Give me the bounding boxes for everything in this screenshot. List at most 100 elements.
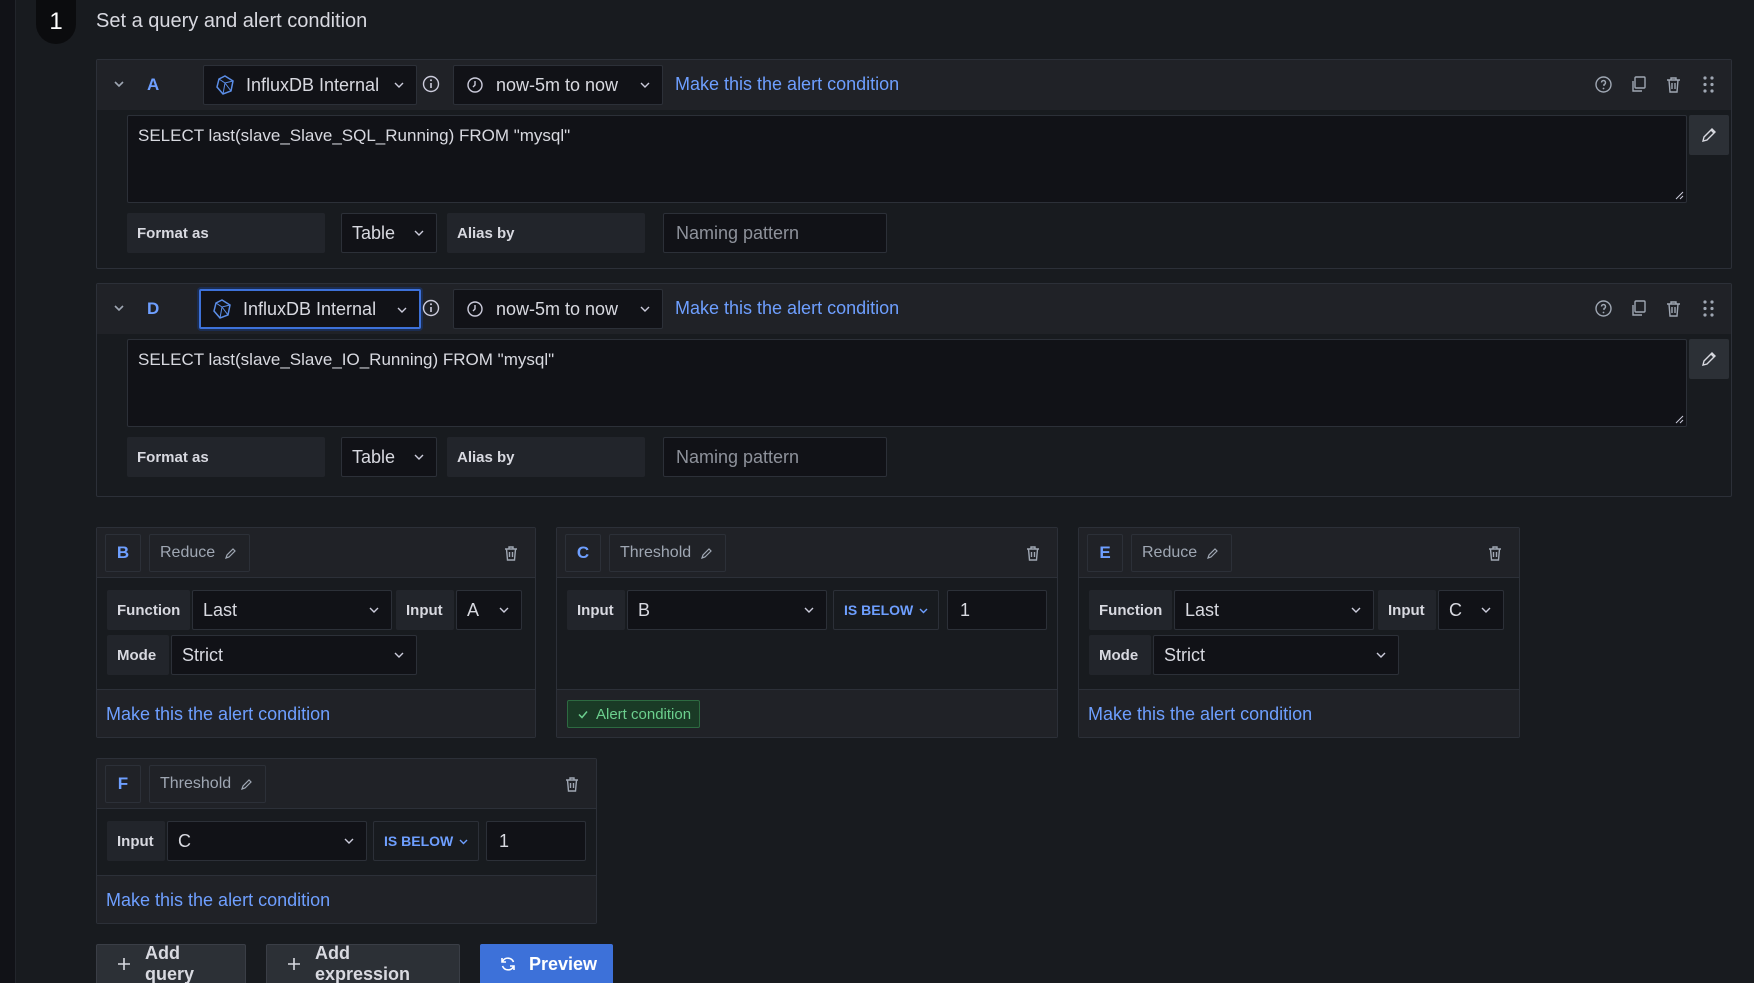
trash-icon[interactable] (1663, 74, 1684, 95)
influxdb-icon (211, 298, 233, 320)
mode-label: Mode (107, 635, 169, 675)
trash-icon[interactable] (501, 543, 521, 563)
trash-icon[interactable] (1023, 543, 1043, 563)
alert-condition-text: Alert condition (596, 705, 692, 723)
operator-select[interactable]: IS BELOW (833, 590, 939, 630)
query-ref-id[interactable]: D (147, 299, 159, 319)
make-alert-condition-link[interactable]: Make this the alert condition (106, 890, 330, 911)
mode-select[interactable]: Strict (1153, 635, 1399, 675)
chevron-down-icon (638, 302, 652, 316)
input-select[interactable]: B (627, 590, 827, 630)
clock-icon (466, 76, 484, 94)
clock-icon (466, 300, 484, 318)
expression-type[interactable]: Reduce (149, 534, 251, 572)
mode-value: Strict (182, 644, 224, 665)
query-editor[interactable]: SELECT last(slave_Slave_IO_Running) FROM… (127, 339, 1687, 427)
query-actions (1593, 74, 1719, 95)
operator-select[interactable]: IS BELOW (373, 821, 479, 861)
preview-button[interactable]: Preview (480, 944, 613, 983)
trash-icon[interactable] (1663, 298, 1684, 319)
expression-type-label: Threshold (160, 775, 232, 792)
add-query-label: Add query (145, 943, 195, 983)
copy-icon[interactable] (1628, 74, 1649, 95)
drag-handle-icon[interactable] (1698, 74, 1719, 95)
chevron-down-icon (497, 603, 511, 617)
query-header: A InfluxDB Internal now-5m to now Make t… (97, 60, 1731, 110)
chevron-down-icon (367, 603, 381, 617)
make-alert-condition-link[interactable]: Make this the alert condition (675, 298, 899, 319)
expression-ref-id[interactable]: C (565, 534, 601, 572)
expression-ref-id[interactable]: F (105, 765, 141, 803)
input-select[interactable]: C (1438, 590, 1504, 630)
info-icon[interactable] (421, 298, 441, 318)
edit-query-button[interactable] (1689, 115, 1729, 155)
chevron-down-icon[interactable] (109, 298, 129, 318)
chevron-down-icon[interactable] (109, 74, 129, 94)
plus-icon (285, 955, 303, 973)
input-select[interactable]: A (456, 590, 522, 630)
time-range-picker[interactable]: now-5m to now (453, 65, 663, 105)
resize-grip-icon[interactable] (1674, 414, 1684, 424)
question-circle-icon[interactable] (1593, 74, 1614, 95)
trash-icon[interactable] (562, 774, 582, 794)
alias-by-input[interactable]: Naming pattern (663, 437, 887, 477)
threshold-input[interactable]: 1 (947, 590, 1047, 630)
threshold-input[interactable]: 1 (486, 821, 586, 861)
mode-select[interactable]: Strict (171, 635, 417, 675)
add-expression-label: Add expression (315, 943, 411, 983)
left-rail (0, 0, 16, 983)
expression-card-c: C Threshold Input B IS BELOW 1 Alert con… (556, 527, 1058, 738)
query-header: D InfluxDB Internal now-5m to now Make t… (97, 284, 1731, 334)
drag-handle-icon[interactable] (1698, 298, 1719, 319)
function-select[interactable]: Last (192, 590, 392, 630)
alias-by-input[interactable]: Naming pattern (663, 213, 887, 253)
make-alert-condition-link[interactable]: Make this the alert condition (106, 704, 330, 725)
datasource-picker[interactable]: InfluxDB Internal (199, 289, 421, 329)
format-as-value: Table (352, 222, 396, 243)
query-panel-a: A InfluxDB Internal now-5m to now Make t… (96, 59, 1732, 269)
expression-ref-id[interactable]: E (1087, 534, 1123, 572)
trash-icon[interactable] (1485, 543, 1505, 563)
pencil-icon (1699, 349, 1719, 369)
step-title: Set a query and alert condition (96, 10, 368, 32)
info-icon[interactable] (421, 74, 441, 94)
alias-by-label: Alias by (447, 213, 645, 253)
query-text: SELECT last(slave_Slave_SQL_Running) FRO… (138, 126, 571, 145)
expression-type[interactable]: Threshold (609, 534, 727, 572)
chevron-down-icon (638, 78, 652, 92)
expression-type[interactable]: Reduce (1131, 534, 1233, 572)
format-as-select[interactable]: Table (341, 437, 437, 477)
expression-card-b: B Reduce Function Last Input A Mode Stri… (96, 527, 536, 738)
function-value: Last (1185, 599, 1220, 620)
make-alert-condition-link[interactable]: Make this the alert condition (675, 74, 899, 95)
query-ref-id[interactable]: A (147, 75, 159, 95)
add-expression-button[interactable]: Add expression (266, 943, 460, 983)
input-value: B (638, 599, 651, 620)
step-number: 1 (36, 0, 76, 44)
influxdb-icon (214, 74, 236, 96)
expression-type-label: Threshold (620, 544, 692, 561)
mode-value: Strict (1164, 644, 1206, 665)
input-label: Input (396, 590, 454, 630)
make-alert-condition-link[interactable]: Make this the alert condition (1088, 704, 1312, 725)
input-select[interactable]: C (167, 821, 367, 861)
function-label: Function (1089, 590, 1172, 630)
chevron-down-icon (392, 648, 406, 662)
query-editor[interactable]: SELECT last(slave_Slave_SQL_Running) FRO… (127, 115, 1687, 203)
preview-label: Preview (529, 953, 598, 974)
time-range-picker[interactable]: now-5m to now (453, 289, 663, 329)
edit-query-button[interactable] (1689, 339, 1729, 379)
format-as-select[interactable]: Table (341, 213, 437, 253)
add-query-button[interactable]: Add query (96, 943, 246, 983)
question-circle-icon[interactable] (1593, 298, 1614, 319)
expression-footer: Make this the alert condition (1079, 689, 1519, 737)
expression-header: B Reduce (97, 528, 535, 578)
resize-grip-icon[interactable] (1674, 190, 1684, 200)
datasource-picker[interactable]: InfluxDB Internal (203, 65, 417, 105)
copy-icon[interactable] (1628, 298, 1649, 319)
function-select[interactable]: Last (1174, 590, 1374, 630)
expression-ref-id[interactable]: B (105, 534, 141, 572)
input-label: Input (567, 590, 625, 630)
expression-type[interactable]: Threshold (149, 765, 267, 803)
format-as-label: Format as (127, 213, 325, 253)
